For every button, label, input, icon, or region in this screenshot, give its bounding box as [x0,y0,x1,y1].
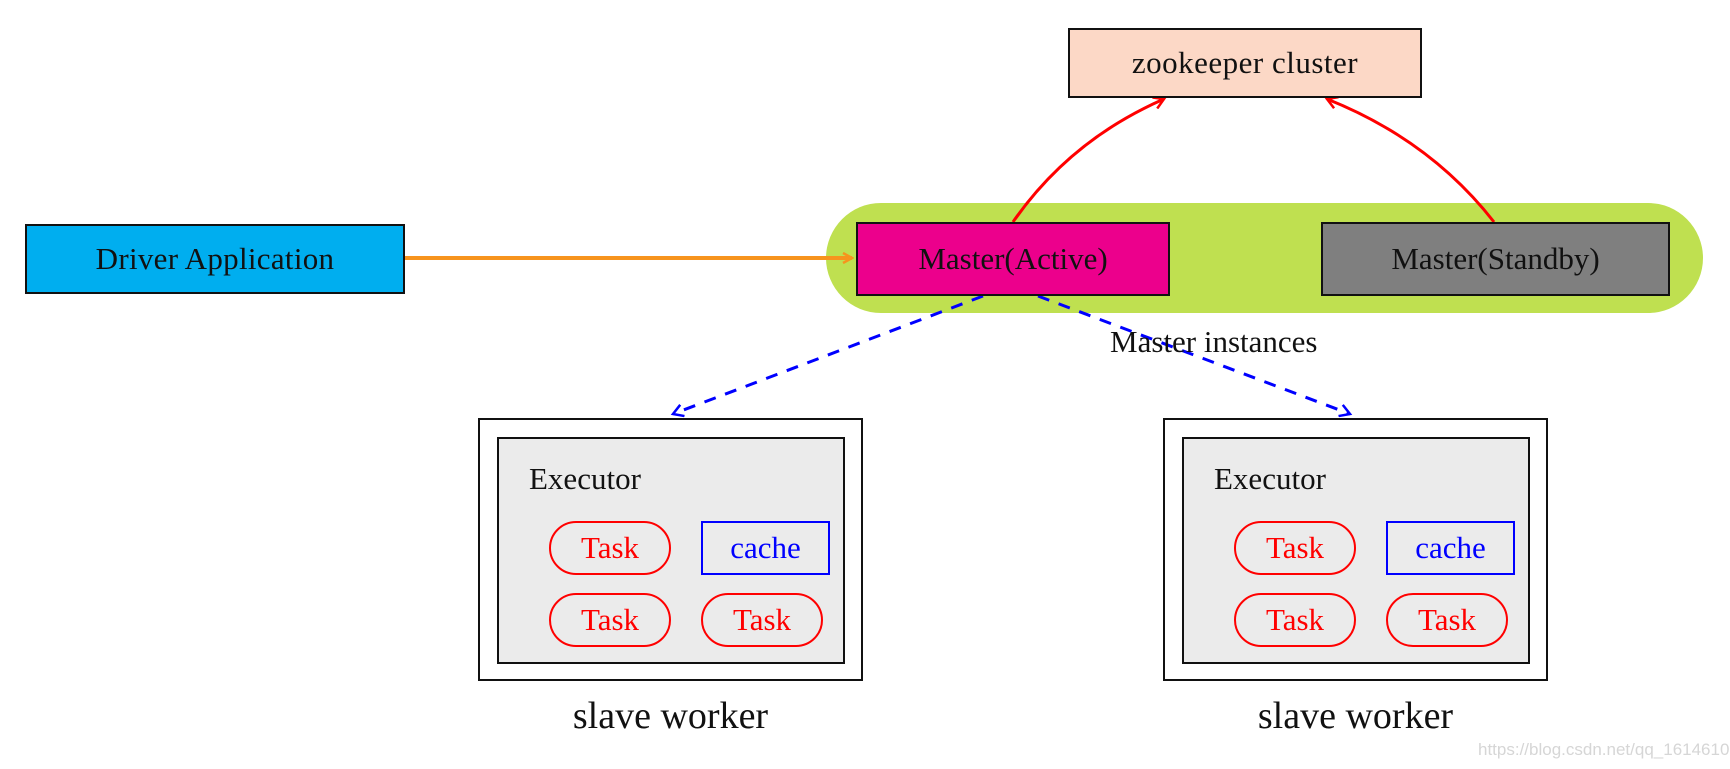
slave-worker-label: slave worker [1257,695,1454,737]
cache-node: cache [701,521,830,575]
zookeeper-cluster-node: zookeeper cluster [1068,28,1422,98]
spark-architecture-diagram: zookeeper cluster Driver Application Mas… [0,0,1730,769]
driver-application-label: Driver Application [95,241,335,276]
executor-box: Executor Task cache Task Task [1182,437,1530,664]
master-standby-node: Master(Standby) [1321,222,1670,296]
task-node: Task [549,521,671,575]
executor-label: Executor [1214,461,1326,496]
master-standby-label: Master(Standby) [1391,241,1600,276]
task-node: Task [1386,593,1508,647]
driver-application-node: Driver Application [25,224,405,294]
executor-label: Executor [529,461,641,496]
watermark-text: https://blog.csdn.net/qq_16146103 [1478,740,1730,759]
edge-master-to-worker-1 [673,294,984,414]
slave-worker-node: Executor Task cache Task Task [1163,418,1548,681]
master-active-label: Master(Active) [918,241,1108,276]
zookeeper-cluster-label: zookeeper cluster [1131,45,1359,80]
master-active-node: Master(Active) [856,222,1170,296]
task-node: Task [1234,521,1356,575]
executor-box: Executor Task cache Task Task [497,437,845,664]
task-node: Task [549,593,671,647]
slave-worker-node: Executor Task cache Task Task [478,418,863,681]
task-node: Task [1234,593,1356,647]
master-instances-label: Master instances [1110,324,1318,359]
cache-node: cache [1386,521,1515,575]
slave-worker-label: slave worker [572,695,769,737]
task-node: Task [701,593,823,647]
